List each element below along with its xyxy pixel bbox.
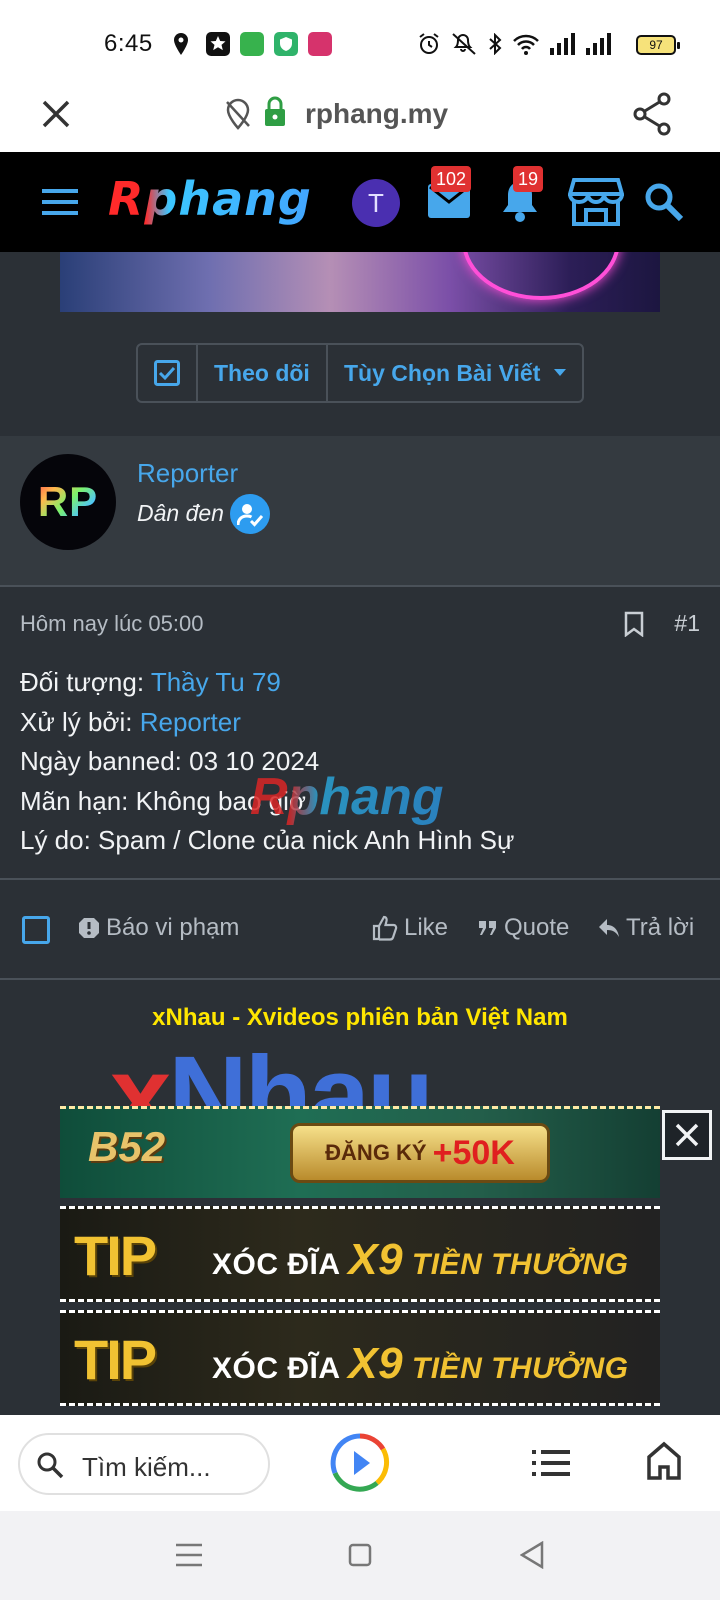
alert-icon <box>79 918 99 938</box>
quote-icon <box>479 921 496 935</box>
subject-link[interactable]: Thầy Tu 79 <box>151 667 281 697</box>
watermark-logo: Rphang <box>250 768 444 826</box>
tip-logo: TIP <box>74 1224 157 1287</box>
post-options-dropdown[interactable]: Tùy Chọn Bài Viết <box>328 345 582 401</box>
tip-text: XÓC ĐĨA X9 TIỀN THƯỞNG <box>212 1235 629 1284</box>
thumbs-up-icon <box>372 915 398 941</box>
location-off-icon <box>226 98 250 130</box>
alarm-icon <box>419 33 439 54</box>
tip-logo: TIP <box>74 1328 157 1391</box>
browser-bottom-bar: Tìm kiếm... <box>0 1415 720 1511</box>
close-icon <box>675 1123 699 1147</box>
home-square-icon[interactable] <box>348 1543 372 1567</box>
post-body: Hôm nay lúc 05:00 #1 Đối tượng: Thầy Tu … <box>0 589 720 881</box>
back-icon[interactable] <box>520 1541 544 1569</box>
ad-title[interactable]: xNhau - Xvideos phiên bản Việt Nam <box>0 1004 720 1032</box>
report-button[interactable]: Báo vi phạm <box>78 914 239 942</box>
author-avatar[interactable]: RP <box>20 454 116 550</box>
lock-icon <box>265 96 285 126</box>
checkbox-icon <box>154 360 180 386</box>
handled-link[interactable]: Reporter <box>140 707 241 737</box>
menu-icon[interactable] <box>42 188 78 216</box>
report-label: Báo vi phạm <box>106 914 240 941</box>
tip-text: XÓC ĐĨA X9 TIỀN THƯỞNG <box>212 1339 629 1388</box>
handled-line: Xử lý bởi: Reporter <box>20 706 241 737</box>
url-text[interactable]: rphang.my <box>305 98 448 130</box>
status-time: 6:45 <box>104 30 153 57</box>
user-avatar[interactable]: T <box>352 179 400 227</box>
messages-badge: 102 <box>431 166 472 192</box>
caret-down-icon <box>554 369 567 376</box>
post-number[interactable]: #1 <box>674 610 700 637</box>
app-icon <box>274 32 298 56</box>
post-content: Đối tượng: Thầy Tu 79 Xử lý bởi: Reporte… <box>20 663 514 861</box>
site-logo[interactable]: Rphang <box>108 172 312 226</box>
reply-label: Trả lời <box>626 914 695 941</box>
reply-button[interactable]: Trả lời <box>598 914 694 942</box>
close-icon[interactable] <box>40 98 72 130</box>
tip-ad-banner[interactable]: TIP XÓC ĐĨA X9 TIỀN THƯỞNG <box>60 1206 660 1302</box>
search-icon <box>37 1452 64 1479</box>
author-name[interactable]: Reporter <box>137 458 238 489</box>
app-icon <box>240 32 264 56</box>
follow-button[interactable]: Theo dõi <box>198 345 328 401</box>
bluetooth-icon <box>489 33 502 55</box>
thread-tools: Theo dõi Tùy Chọn Bài Viết <box>136 343 584 403</box>
share-icon[interactable] <box>632 92 672 136</box>
app-icon <box>206 32 230 56</box>
ad-banner-image[interactable] <box>60 252 660 312</box>
post-actions: Báo vi phạm Like Quote Trả lời <box>0 878 720 980</box>
subject-line: Đối tượng: Thầy Tu 79 <box>20 667 281 697</box>
select-post-checkbox[interactable] <box>22 916 50 944</box>
battery-icon: 97 <box>636 35 680 55</box>
post-date[interactable]: Hôm nay lúc 05:00 <box>20 611 203 637</box>
app-icon <box>308 32 332 56</box>
like-button[interactable]: Like <box>372 914 448 942</box>
home-icon[interactable] <box>646 1441 682 1481</box>
post-author: RP Reporter Dân đen <box>0 436 720 587</box>
wifi-icon <box>513 34 539 55</box>
b52-ad-banner[interactable]: B52 ĐĂNG KÝ +50K <box>60 1106 660 1198</box>
b52-logo: B52 <box>88 1123 166 1170</box>
store-icon[interactable] <box>568 176 624 226</box>
site-header: Rphang T 102 19 <box>0 152 720 252</box>
status-bar: 6:45 97 <box>0 0 720 78</box>
reply-icon <box>599 919 619 937</box>
follow-label: Theo dõi <box>214 359 310 386</box>
mute-icon <box>452 33 476 55</box>
ad-close-button[interactable] <box>662 1110 712 1160</box>
tip-ad-banner[interactable]: TIP XÓC ĐĨA X9 TIỀN THƯỞNG <box>60 1310 660 1406</box>
bookmark-icon[interactable] <box>624 611 644 637</box>
register-cta: ĐĂNG KÝ +50K <box>290 1123 550 1183</box>
like-label: Like <box>404 914 449 941</box>
signal-icon <box>586 33 611 55</box>
search-placeholder: Tìm kiếm... <box>82 1452 211 1482</box>
quote-label: Quote <box>504 914 570 941</box>
recents-menu-icon[interactable] <box>176 1543 202 1567</box>
search-icon[interactable] <box>644 182 684 222</box>
options-label: Tùy Chọn Bài Viết <box>344 359 541 386</box>
author-title: Dân đen <box>137 500 224 526</box>
video-play-icon[interactable] <box>330 1433 390 1493</box>
system-nav-bar <box>0 1511 720 1600</box>
alerts-badge: 19 <box>513 166 544 192</box>
list-icon[interactable] <box>532 1449 570 1477</box>
browser-address-bar: rphang.my <box>0 78 720 152</box>
signal-icon <box>550 33 575 55</box>
quote-button[interactable]: Quote <box>478 914 569 942</box>
select-toggle[interactable] <box>138 345 198 401</box>
search-input[interactable]: Tìm kiếm... <box>18 1433 270 1495</box>
verified-icon <box>230 494 270 534</box>
location-icon <box>174 33 188 55</box>
